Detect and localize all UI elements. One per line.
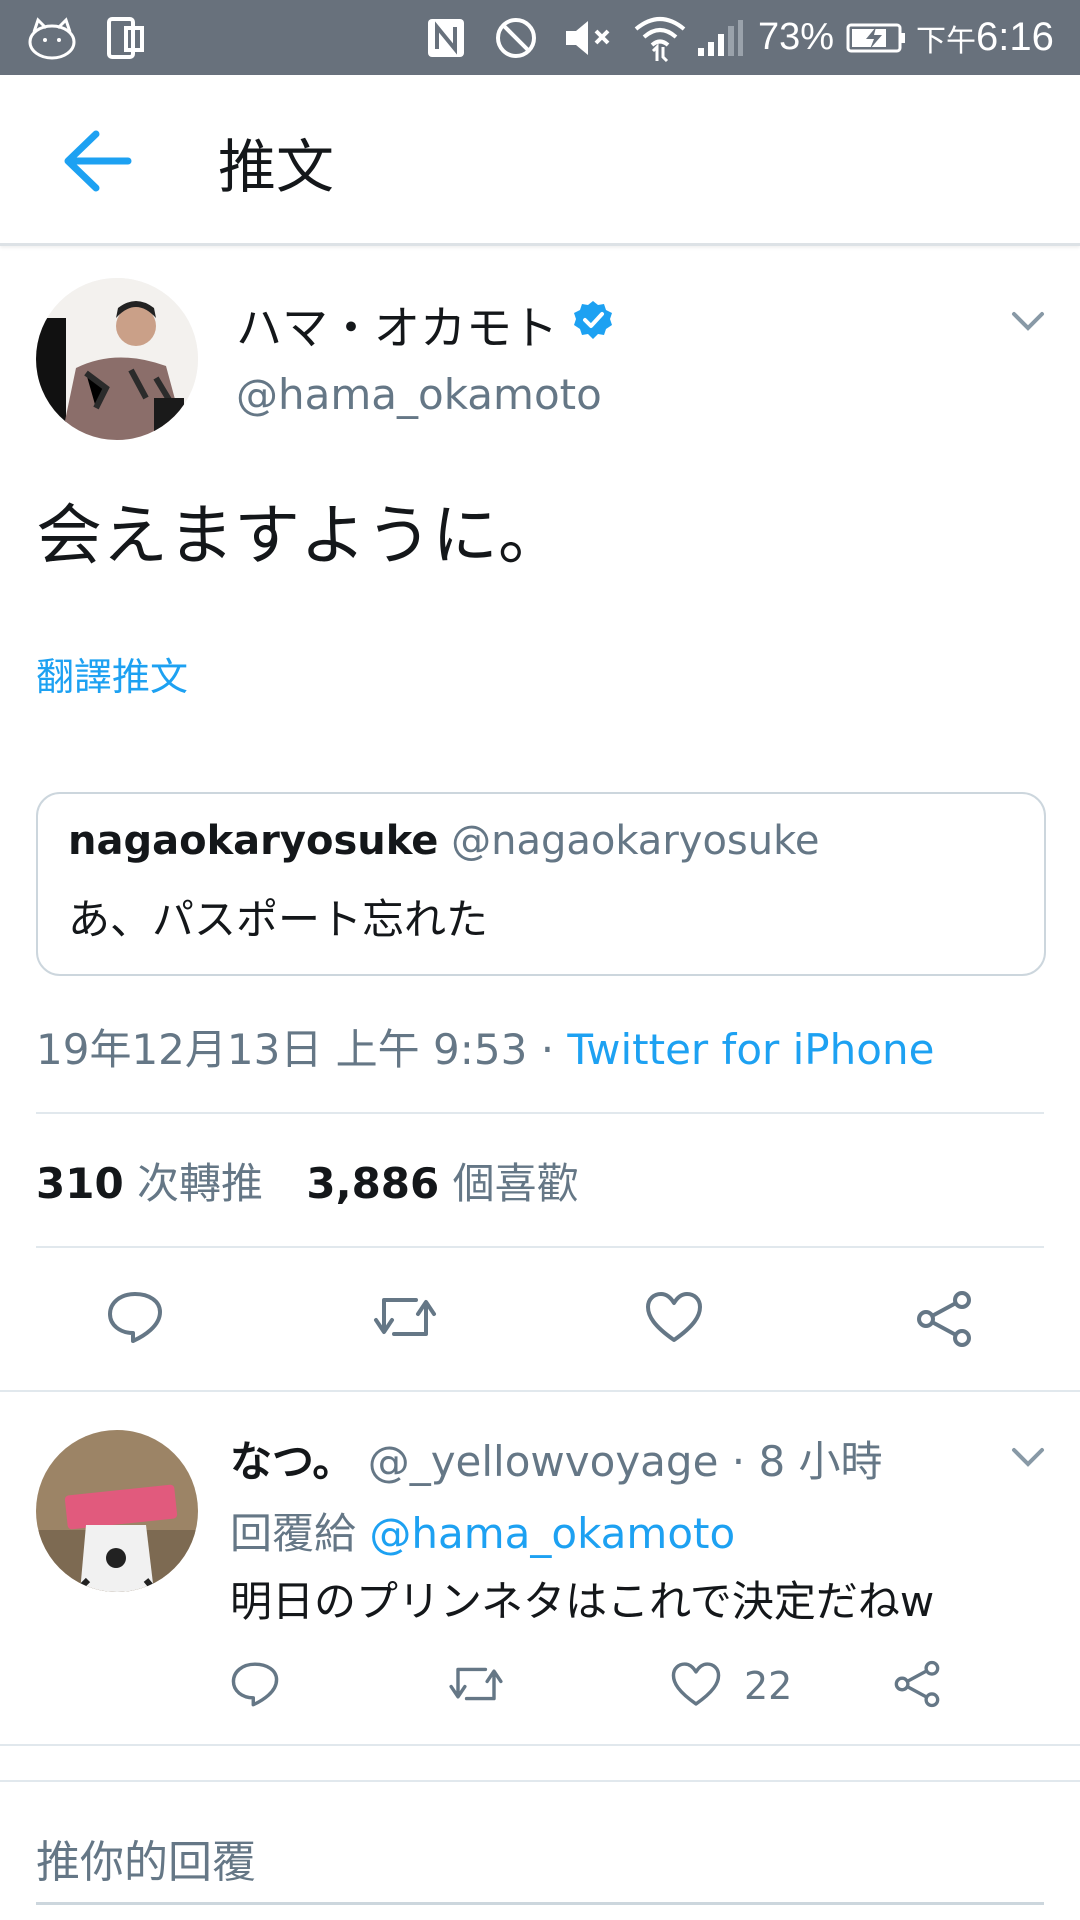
battery-percent: 73%	[758, 16, 835, 58]
tweet-timestamp: 19年12月13日 上午 9:53	[36, 1025, 528, 1074]
quoted-author-name: nagaokaryosuke	[68, 818, 439, 864]
divider	[0, 1780, 1080, 1782]
reply-author-handle[interactable]: @_yellowvoyage	[368, 1437, 719, 1486]
quoted-tweet-text: あ、パスポート忘れた	[68, 895, 489, 944]
retweet-count: 310	[36, 1159, 124, 1208]
reply-reply-icon[interactable]	[230, 1660, 280, 1708]
like-count: 3,886	[306, 1159, 440, 1208]
reply-retweet-icon[interactable]	[446, 1660, 506, 1708]
reply-chevron-down-icon[interactable]	[1010, 1446, 1046, 1468]
reply-avatar[interactable]	[36, 1430, 198, 1592]
tweet-text: 会えますように。	[36, 497, 564, 574]
tweet-source-link[interactable]: Twitter for iPhone	[567, 1025, 934, 1074]
heart-icon[interactable]	[644, 1290, 704, 1344]
clock: 6:16	[976, 15, 1054, 59]
separator-dot: ·	[527, 1025, 568, 1074]
app-bar	[0, 75, 1080, 246]
avatar[interactable]	[36, 278, 198, 440]
author-handle[interactable]: @hama_okamoto	[236, 370, 602, 419]
divider	[36, 1112, 1044, 1114]
reply-icon[interactable]	[106, 1290, 164, 1344]
like-label: 個喜歡	[452, 1159, 579, 1208]
divider	[0, 1390, 1080, 1392]
mute-icon	[564, 0, 616, 75]
translate-tweet-link[interactable]: 翻譯推文	[36, 646, 188, 701]
reply-time: · 8 小時	[718, 1437, 883, 1486]
quoted-tweet-card[interactable]: nagaokaryosuke @nagaokaryosuke あ、パスポート忘れ…	[36, 792, 1046, 976]
likes-stat[interactable]: 3,886 個喜歡	[306, 1159, 578, 1208]
wifi-icon	[632, 0, 688, 75]
retweet-label: 次轉推	[137, 1159, 264, 1208]
nfc-icon	[426, 0, 466, 75]
reply-input[interactable]: 推你的回覆	[36, 1826, 256, 1890]
reply-like-count: 22	[744, 1664, 793, 1708]
quoted-author-handle: @nagaokaryosuke	[451, 818, 820, 864]
phone-icon	[106, 0, 146, 75]
retweet-icon[interactable]	[370, 1290, 440, 1344]
share-icon[interactable]	[914, 1290, 974, 1348]
reply-heart-icon	[670, 1660, 722, 1712]
do-not-disturb-icon	[494, 0, 538, 75]
divider	[0, 1744, 1080, 1746]
cat-icon	[26, 0, 78, 75]
reply-input-underline	[36, 1902, 1044, 1905]
status-bar: 73% 下午 6:16	[0, 0, 1080, 75]
page-title: 推文	[218, 133, 335, 201]
signal-icon	[696, 0, 744, 75]
reply-share-icon[interactable]	[892, 1660, 942, 1708]
author-name[interactable]: ハマ・オカモト	[236, 292, 558, 358]
reply-to-handle[interactable]: @hama_okamoto	[369, 1509, 735, 1558]
battery-charging-icon	[846, 0, 906, 75]
reply-like-button[interactable]: 22	[670, 1660, 792, 1712]
chevron-down-icon[interactable]	[1010, 310, 1046, 332]
retweets-stat[interactable]: 310 次轉推	[36, 1159, 263, 1208]
reply-to-label: 回覆給	[230, 1509, 357, 1558]
divider	[36, 1246, 1044, 1248]
time-prefix: 下午	[916, 23, 976, 59]
arrow-left-icon[interactable]	[62, 128, 132, 194]
verified-badge-icon	[572, 298, 614, 352]
reply-author-name[interactable]: なつ。	[230, 1437, 354, 1486]
reply-text: 明日のプリンネタはこれで決定だねw	[230, 1577, 935, 1626]
